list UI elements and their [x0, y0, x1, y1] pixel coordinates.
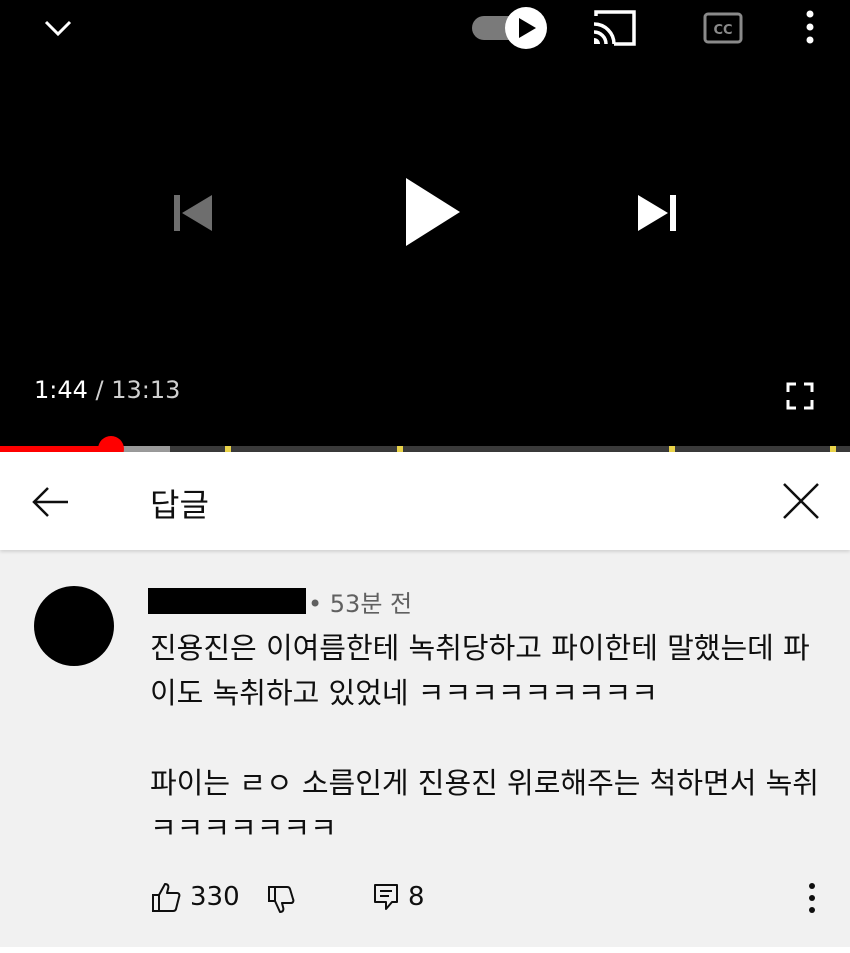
avatar[interactable] [34, 586, 114, 666]
arrow-back-icon[interactable] [28, 480, 72, 524]
play-icon[interactable] [396, 174, 466, 250]
skip-previous-icon[interactable] [168, 188, 220, 238]
autoplay-toggle-icon[interactable] [470, 6, 550, 50]
page-title: 답글 [150, 486, 209, 524]
duration: 13:13 [111, 376, 181, 404]
svg-text:CC: CC [713, 23, 732, 38]
more-vert-icon[interactable] [796, 6, 824, 48]
video-player[interactable]: CC 1:44 / 13:13 [0, 0, 850, 462]
time-separator: / [87, 376, 112, 404]
time-display: 1:44 / 13:13 [34, 376, 180, 404]
like-count: 330 [190, 882, 240, 912]
comment-paragraph: 파이는 ㄹㅇ 소름인게 진용진 위로해주는 척하면서 녹취 ㅋㅋㅋㅋㅋㅋㅋ [150, 766, 819, 845]
cc-icon[interactable]: CC [702, 8, 744, 48]
more-vert-icon[interactable] [800, 878, 824, 918]
comment-timestamp: • 53분 전 [308, 590, 413, 618]
cast-icon[interactable] [590, 8, 638, 48]
current-time: 1:44 [34, 376, 88, 404]
comment-text: 진용진은 이여름한테 녹취당하고 파이한테 말했는데 파이도 녹취하고 있었네 … [150, 626, 830, 851]
replies-header: 답글 [0, 452, 850, 550]
close-icon[interactable] [778, 478, 824, 524]
comment-paragraph: 진용진은 이여름한테 녹취당하고 파이한테 말했는데 파이도 녹취하고 있었네 … [150, 631, 810, 710]
comment: • 53분 전 진용진은 이여름한테 녹취당하고 파이한테 말했는데 파이도 녹… [0, 550, 850, 947]
skip-next-icon[interactable] [632, 188, 684, 238]
thumb-up-icon[interactable] [150, 880, 182, 914]
comment-actions: 330 8 [0, 876, 850, 922]
reply-icon[interactable] [372, 882, 400, 912]
thumb-down-icon[interactable] [266, 884, 296, 916]
author-name-redacted [148, 588, 306, 614]
reply-count: 8 [408, 882, 425, 912]
fullscreen-icon[interactable] [780, 376, 820, 416]
chevron-down-icon[interactable] [40, 10, 76, 46]
bottom-spacer [0, 947, 850, 953]
